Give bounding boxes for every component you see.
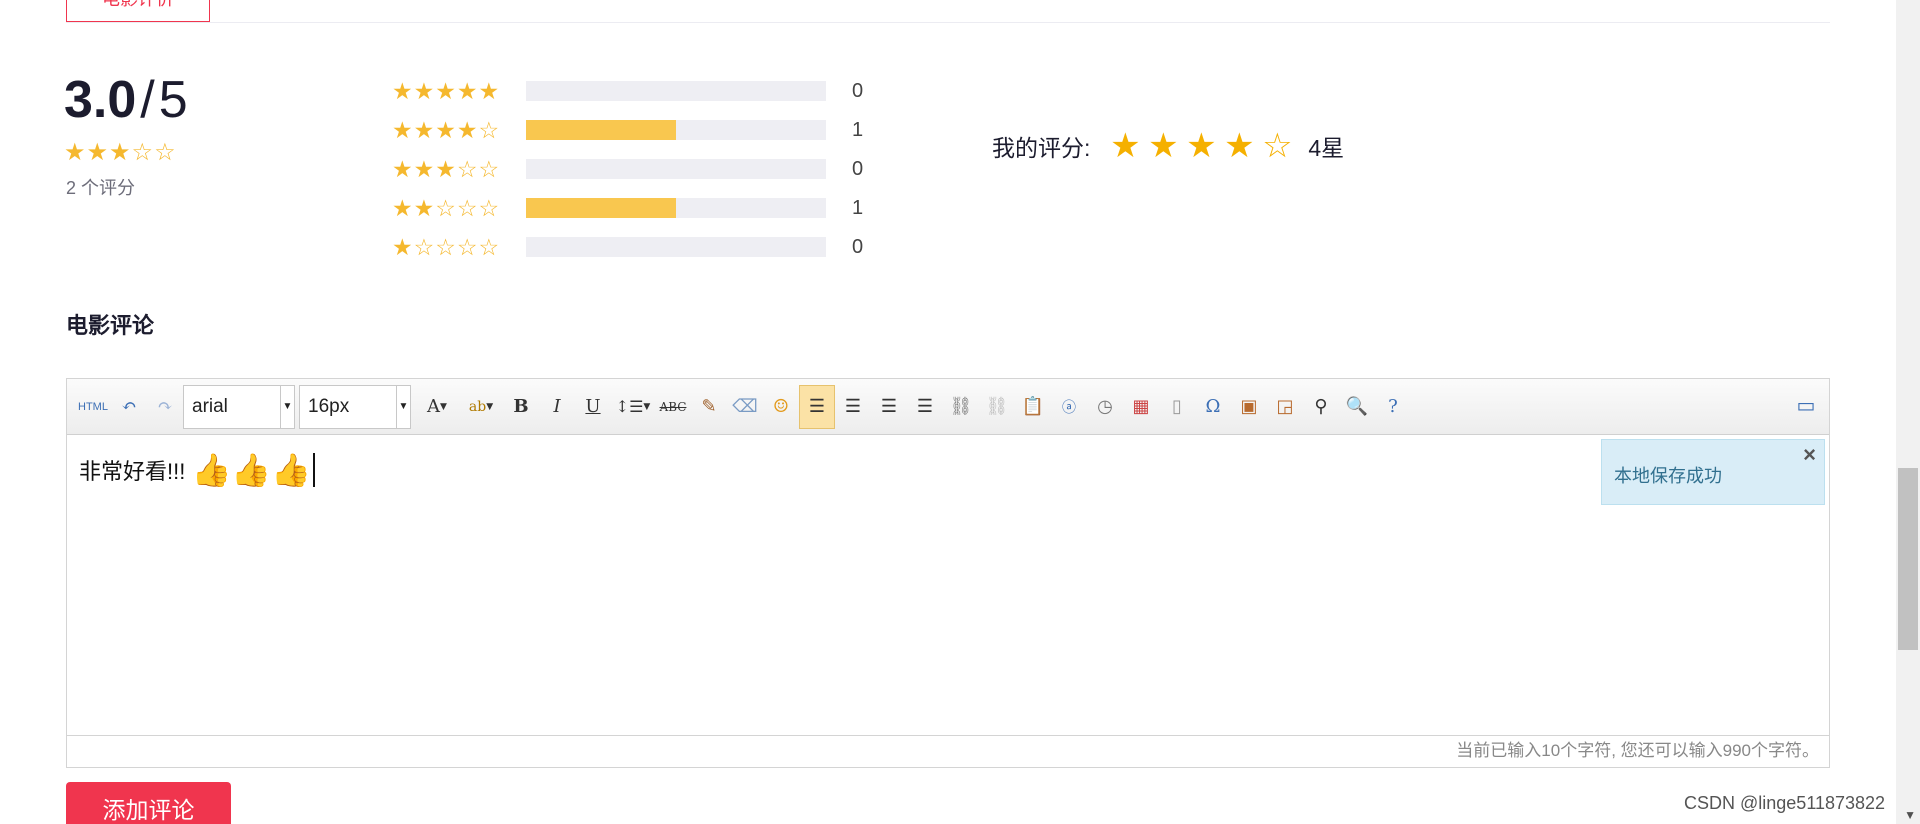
distribution-bar <box>526 81 826 101</box>
image-icon[interactable]: ▣ <box>1231 385 1267 429</box>
my-rating-text: 4星 <box>1308 135 1345 161</box>
rich-text-editor: HTML ↶ ↷ arial ▼ 16px ▼ A ▼ ab ▼ B I U ↕☰ ▼ A… <box>66 378 1830 768</box>
distribution-stars: ★★☆☆☆ <box>392 194 501 221</box>
distribution-count: 0 <box>852 157 864 180</box>
average-score: 3.0/5 <box>64 70 188 130</box>
strikethrough-icon[interactable]: ABC <box>655 385 691 429</box>
distribution-stars: ★★★★★ <box>392 77 501 104</box>
my-rating: 我的评分: ★ ★ ★ ★ ☆ 4星 <box>992 126 1344 166</box>
scrollbar-thumb[interactable] <box>1898 468 1918 650</box>
undo-icon[interactable]: ↶ <box>111 385 147 429</box>
align-right-icon[interactable]: ☰ <box>835 385 871 429</box>
font-size-select[interactable]: 16px ▼ <box>299 384 411 429</box>
unlink-icon[interactable]: ⛓ <box>979 385 1015 429</box>
distribution-stars: ★☆☆☆☆ <box>392 233 501 260</box>
score-value: 3.0 <box>64 71 137 129</box>
font-family-value: arial <box>192 395 228 417</box>
line-height-icon[interactable]: ↕☰ ▼ <box>611 385 655 429</box>
date-icon[interactable]: ▦ <box>1123 385 1159 429</box>
rating-star-1[interactable]: ★ <box>1106 126 1144 166</box>
align-center-icon[interactable]: ☰ <box>871 385 907 429</box>
time-icon[interactable]: ◷ <box>1087 385 1123 429</box>
underline-icon[interactable]: U <box>575 385 611 429</box>
chevron-down-icon: ▼ <box>280 385 294 428</box>
fullscreen-icon[interactable]: ▭ <box>1793 393 1819 419</box>
multi-image-icon[interactable]: ◲ <box>1267 385 1303 429</box>
tab-movie-review[interactable]: 电影评价 <box>66 0 210 22</box>
help-icon[interactable]: ? <box>1375 385 1411 429</box>
align-justify-icon[interactable]: ☰ <box>907 385 943 429</box>
page-scrollbar[interactable]: ▼ <box>1896 0 1920 824</box>
distribution-stars: ★★★☆☆ <box>392 155 501 182</box>
distribution-bar <box>526 237 826 257</box>
format-brush-icon[interactable]: ✎ <box>691 385 727 429</box>
save-toast: 本地保存成功 × <box>1601 439 1825 505</box>
distribution-row-3: ★★★☆☆ 0 <box>392 155 863 183</box>
emoji-icon[interactable]: ☺ <box>763 385 799 429</box>
distribution-bar <box>526 198 826 218</box>
chevron-down-icon: ▼ <box>396 385 410 428</box>
distribution-row-5: ★★★★★ 0 <box>392 77 863 105</box>
bold-icon[interactable]: B <box>503 385 539 429</box>
distribution-count: 1 <box>852 196 864 219</box>
distribution-bar-fill <box>526 198 676 218</box>
editor-content-area[interactable]: 非常好看!!! 👍👍👍 本地保存成功 × <box>67 435 1829 735</box>
distribution-count: 0 <box>852 235 864 258</box>
editor-text: 非常好看!!! <box>79 459 186 484</box>
distribution-row-1: ★☆☆☆☆ 0 <box>392 233 863 261</box>
rating-star-2[interactable]: ★ <box>1144 126 1182 166</box>
watermark: CSDN @linge511873822 <box>1684 793 1886 813</box>
distribution-bar-fill <box>526 120 676 140</box>
score-separator: / <box>140 71 155 129</box>
distribution-bar <box>526 120 826 140</box>
distribution-row-4: ★★★★☆ 1 <box>392 116 863 144</box>
link-icon[interactable]: ⛓ <box>943 385 979 429</box>
font-family-select[interactable]: arial ▼ <box>183 384 295 429</box>
find-replace-icon[interactable]: ⚲ <box>1303 385 1339 429</box>
distribution-count: 0 <box>852 79 864 102</box>
tab-divider <box>66 22 1830 23</box>
average-stars: ★★★☆☆ <box>64 139 177 166</box>
score-max: 5 <box>158 71 188 129</box>
italic-icon[interactable]: I <box>539 385 575 429</box>
page-icon[interactable]: ▯ <box>1159 385 1195 429</box>
thumbs-up-icon: 👍👍👍 <box>191 452 311 488</box>
toast-message: 本地保存成功 <box>1614 466 1722 486</box>
text-caret <box>313 453 315 487</box>
anchor-icon[interactable]: ⓐ <box>1051 385 1087 429</box>
distribution-count: 1 <box>852 118 864 141</box>
font-size-value: 16px <box>308 395 350 417</box>
eraser-icon[interactable]: ⌫ <box>727 385 763 429</box>
rating-star-5[interactable]: ☆ <box>1258 126 1296 166</box>
redo-icon[interactable]: ↷ <box>147 385 183 429</box>
align-left-icon[interactable]: ☰ <box>799 384 835 429</box>
paste-text-icon[interactable]: 📋 <box>1015 385 1051 429</box>
highlight-icon[interactable]: ab ▼ <box>459 385 503 429</box>
close-icon[interactable]: × <box>1803 442 1816 468</box>
rating-star-3[interactable]: ★ <box>1182 126 1220 166</box>
rating-star-4[interactable]: ★ <box>1220 126 1258 166</box>
my-rating-label: 我的评分: <box>992 135 1091 161</box>
scroll-down-icon[interactable]: ▼ <box>1904 808 1916 822</box>
special-char-icon[interactable]: Ω <box>1195 385 1231 429</box>
distribution-stars: ★★★★☆ <box>392 116 501 143</box>
rating-count: 2 个评分 <box>66 178 136 198</box>
word-count: 当前已输入10个字符, 您还可以输入990个字符。 <box>67 735 1829 767</box>
editor-toolbar: HTML ↶ ↷ arial ▼ 16px ▼ A ▼ ab ▼ B I U ↕☰ ▼ A… <box>67 379 1829 435</box>
distribution-bar <box>526 159 826 179</box>
preview-icon[interactable]: 🔍 <box>1339 385 1375 429</box>
add-review-button[interactable]: 添加评论 <box>66 782 231 824</box>
html-source-button[interactable]: HTML <box>75 385 111 429</box>
font-color-icon[interactable]: A ▼ <box>415 385 459 429</box>
section-title-reviews: 电影评论 <box>66 313 155 338</box>
distribution-row-2: ★★☆☆☆ 1 <box>392 194 863 222</box>
